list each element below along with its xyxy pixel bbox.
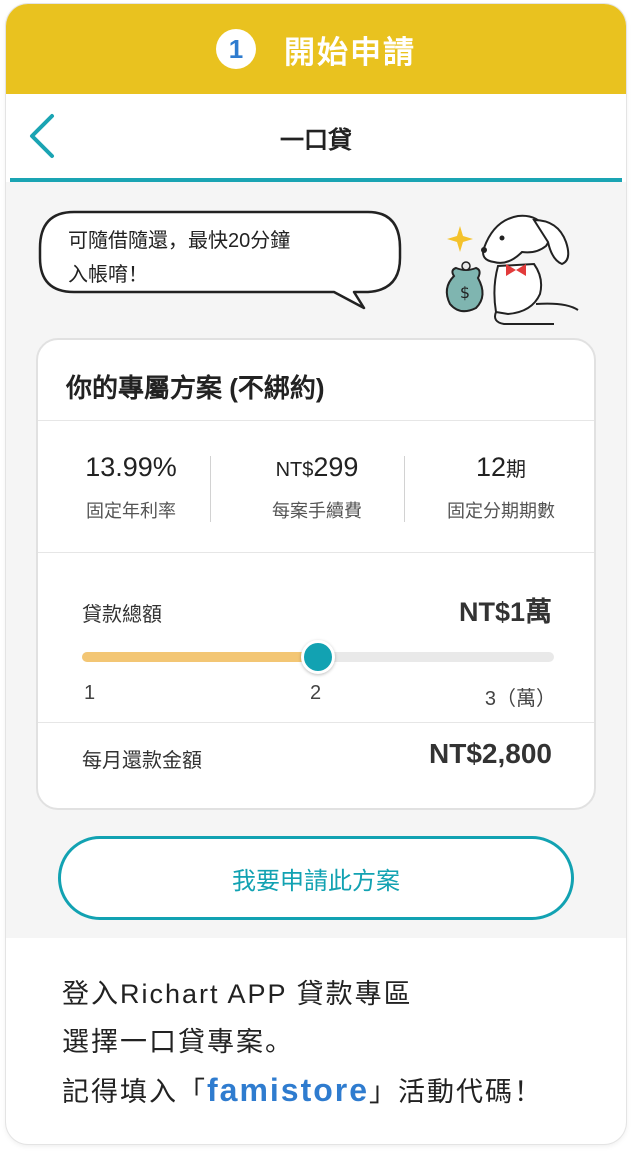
- stat-label: 固定年利率: [86, 501, 176, 521]
- bubble-line-1: 可隨借隨還，最快20分鐘: [68, 230, 291, 252]
- step-banner: 1 開始申請: [6, 4, 626, 94]
- stat-value: NT$299: [224, 452, 410, 483]
- bubble-line-2: 入帳唷！: [68, 264, 148, 286]
- svg-text:$: $: [460, 283, 470, 302]
- loan-amount-slider[interactable]: [82, 640, 554, 674]
- instruction-line-3-prefix: 記得填入「: [62, 1077, 207, 1107]
- dog-mascot-icon: $: [445, 214, 579, 325]
- instructions-text: 登入Richart APP 貸款專區 選擇一口貸專案。 記得填入「famisto…: [62, 970, 602, 1116]
- speech-bubble: 可隨借隨還，最快20分鐘 入帳唷！: [34, 204, 406, 316]
- card-title: 你的專屬方案 (不綁約): [66, 373, 325, 403]
- loan-plan-card: 你的專屬方案 (不綁約) 13.99% 固定年利率 NT$299 每案手續費 1…: [36, 338, 596, 810]
- stat-fee: NT$299 每案手續費: [224, 452, 410, 523]
- stat-suffix: 期: [506, 459, 527, 481]
- nav-bar: 一口貸: [6, 94, 626, 182]
- loan-amount-label: 貸款總額: [82, 604, 162, 626]
- slider-tick-max: 3（萬）: [484, 688, 556, 710]
- instruction-line-1: 登入Richart APP 貸款專區: [62, 979, 413, 1009]
- stat-annual-rate: 13.99% 固定年利率: [38, 452, 224, 523]
- nav-title: 一口貸: [280, 127, 352, 154]
- card-divider: [38, 722, 594, 723]
- apply-plan-button[interactable]: 我要申請此方案: [58, 836, 574, 920]
- instruction-line-3-suffix: 」活動代碼！: [369, 1077, 544, 1107]
- stat-value: 12期: [408, 452, 594, 483]
- stat-installments: 12期 固定分期期數: [408, 452, 594, 523]
- speech-bubble-text: 可隨借隨還，最快20分鐘 入帳唷！: [68, 224, 368, 292]
- monthly-payment-label: 每月還款金額: [82, 750, 202, 772]
- slider-tick-mid: 2: [310, 682, 322, 704]
- instruction-line-3: 記得填入「famistore」活動代碼！: [62, 1066, 602, 1116]
- slider-tick-min: 1: [84, 682, 96, 704]
- stat-value: 13.99%: [85, 452, 177, 482]
- promo-code: famistore: [207, 1072, 370, 1108]
- instruction-line-2: 選擇一口貸專案。: [62, 1027, 294, 1057]
- card-divider: [38, 552, 594, 553]
- stat-number: 299: [313, 452, 359, 482]
- stat-prefix: NT$: [275, 459, 314, 481]
- monthly-payment-value: NT$2,800: [429, 738, 552, 769]
- card-divider: [38, 420, 594, 421]
- loan-amount-value: NT$1萬: [458, 597, 552, 627]
- stat-label: 固定分期期數: [447, 501, 555, 521]
- main-area: 可隨借隨還，最快20分鐘 入帳唷！ $ 你的專屬方案 (不綁約) 13.99% …: [6, 182, 626, 938]
- stat-label: 每案手續費: [272, 501, 362, 521]
- promo-frame: 1 開始申請 一口貸 可隨借隨還，最快20分鐘 入帳唷！ $ 你的專屬方案 (不…: [6, 4, 626, 1144]
- slider-thumb[interactable]: [301, 640, 335, 674]
- step-number-badge: 1: [216, 29, 256, 69]
- slider-fill: [82, 652, 318, 662]
- stat-number: 12: [475, 452, 507, 482]
- banner-title: 開始申請: [284, 34, 416, 70]
- stat-separator: [210, 456, 211, 522]
- stat-separator: [404, 456, 405, 522]
